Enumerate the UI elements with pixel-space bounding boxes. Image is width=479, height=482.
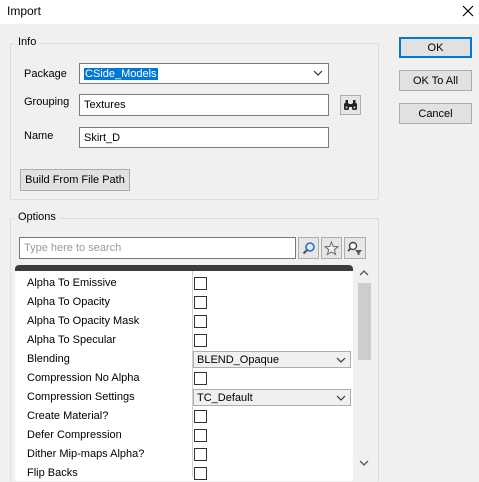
property-label: Compression Settings <box>27 391 135 403</box>
package-value: CSide_Models <box>84 67 158 80</box>
search-placeholder: Type here to search <box>24 242 122 254</box>
magnifier-icon[interactable] <box>298 237 319 259</box>
property-label: Defer Compression <box>27 429 122 441</box>
property-label: Flip Backs <box>27 467 78 479</box>
cancel-button[interactable]: Cancel <box>399 103 472 124</box>
package-label: Package <box>24 68 67 80</box>
property-row: Dither Mip-maps Alpha? <box>15 445 353 464</box>
window-title: Import <box>7 4 42 18</box>
property-checkbox[interactable] <box>194 467 207 480</box>
property-row: Defer Compression <box>15 426 353 445</box>
build-from-file-path-button[interactable]: Build From File Path <box>20 169 130 191</box>
property-label: Alpha To Specular <box>27 334 117 346</box>
grouping-value: Textures <box>84 99 126 111</box>
property-label: Alpha To Opacity Mask <box>27 315 140 327</box>
property-label: Create Material? <box>27 410 109 422</box>
property-checkbox[interactable] <box>194 334 207 347</box>
property-row: Blending BLEND_Opaque <box>15 350 353 369</box>
title-bar <box>0 0 479 24</box>
ok-button[interactable]: OK <box>399 37 472 58</box>
filter-icon[interactable] <box>344 237 366 259</box>
grouping-label: Grouping <box>24 96 70 108</box>
property-row: Alpha To Opacity Mask <box>15 312 353 331</box>
property-checkbox[interactable] <box>194 410 207 423</box>
property-grid: Alpha To Emissive Alpha To Opacity Alpha T… <box>15 271 353 481</box>
property-checkbox[interactable] <box>194 372 207 385</box>
property-label: Alpha To Opacity <box>27 296 110 308</box>
info-group-label: Info <box>15 36 40 48</box>
property-combo[interactable]: TC_Default <box>193 389 351 406</box>
options-search-input[interactable]: Type here to search <box>19 237 296 259</box>
grouping-field[interactable]: Textures <box>79 94 329 116</box>
scroll-up-icon[interactable] <box>358 268 370 278</box>
binoculars-icon[interactable] <box>340 95 361 115</box>
property-checkbox[interactable] <box>194 429 207 442</box>
options-group-label: Options <box>15 211 59 223</box>
property-label: Compression No Alpha <box>27 372 140 384</box>
property-row: Compression Settings TC_Default <box>15 388 353 407</box>
property-checkbox[interactable] <box>194 277 207 290</box>
close-icon[interactable] <box>458 1 478 21</box>
star-icon[interactable] <box>321 237 342 259</box>
property-row: Alpha To Specular <box>15 331 353 350</box>
name-field[interactable]: Skirt_D <box>79 127 329 148</box>
property-row: Flip Backs <box>15 464 353 481</box>
ok-to-all-button[interactable]: OK To All <box>399 70 472 91</box>
name-value: Skirt_D <box>84 131 121 144</box>
name-label: Name <box>24 130 54 142</box>
property-row: Alpha To Emissive <box>15 274 353 293</box>
property-row: Create Material? <box>15 407 353 426</box>
property-label: Alpha To Emissive <box>27 277 117 289</box>
chevron-down-icon <box>313 70 323 76</box>
scroll-down-icon[interactable] <box>358 458 370 468</box>
property-checkbox[interactable] <box>194 296 207 309</box>
scroll-thumb[interactable] <box>358 283 371 360</box>
chevron-down-icon <box>336 395 346 401</box>
property-combo-value: TC_Default <box>197 391 253 404</box>
property-combo-value: BLEND_Opaque <box>197 353 279 366</box>
package-combo[interactable]: CSide_Models <box>79 63 329 84</box>
property-row: Alpha To Opacity <box>15 293 353 312</box>
property-combo[interactable]: BLEND_Opaque <box>193 351 351 368</box>
property-label: Dither Mip-maps Alpha? <box>27 448 145 460</box>
chevron-down-icon <box>336 357 346 363</box>
property-row: Compression No Alpha <box>15 369 353 388</box>
property-label: Blending <box>27 353 70 365</box>
property-checkbox[interactable] <box>194 315 207 328</box>
property-checkbox[interactable] <box>194 448 207 461</box>
